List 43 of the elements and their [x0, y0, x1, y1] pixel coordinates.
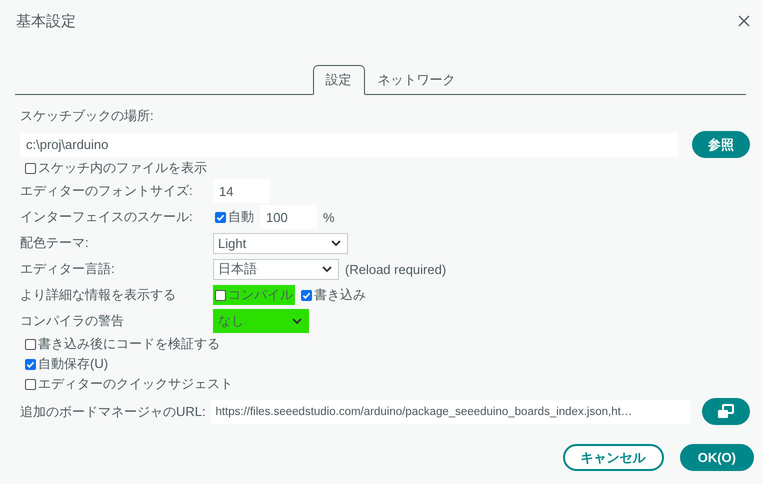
- field-label: 配色テーマ:: [20, 234, 90, 252]
- input-field[interactable]: c:\proj\arduino: [20, 132, 678, 156]
- input-field[interactable]: 14: [213, 179, 270, 203]
- language-dropdown[interactable]: 日本語: [213, 258, 339, 280]
- windows-icon: [717, 404, 736, 419]
- tab[interactable]: 設定: [312, 65, 364, 95]
- warnings-dropdown[interactable]: なし: [213, 309, 309, 333]
- checkbox[interactable]: [301, 290, 312, 300]
- checkbox-label: エディターのクイックサジェスト: [38, 375, 233, 393]
- checkbox[interactable]: [25, 378, 36, 390]
- field-label: インターフェイスのスケール:: [20, 208, 194, 226]
- ok-button[interactable]: OK(O): [680, 444, 754, 471]
- field-label: 追加のボードマネージャのURL:: [20, 402, 207, 420]
- checkbox-label: 自動保存(U): [38, 355, 108, 373]
- checkbox-label: スケッチ内のファイルを表示: [38, 159, 207, 177]
- checkbox[interactable]: [25, 162, 36, 174]
- input-field[interactable]: https://files.seeedstudio.com/arduino/package_seeeduino_boards_index.json,ht…: [211, 400, 690, 424]
- checkbox[interactable]: [25, 358, 36, 370]
- field-label: より詳細な情報を表示する: [20, 286, 177, 304]
- checkbox[interactable]: [215, 212, 226, 222]
- field-label: スケッチブックの場所:: [20, 107, 155, 125]
- close-button[interactable]: [736, 13, 752, 29]
- tab[interactable]: ネットワーク: [364, 65, 468, 95]
- theme-dropdown[interactable]: Light: [213, 232, 348, 254]
- checkbox-label: 自動: [228, 208, 254, 226]
- checkbox-label: コンパイル: [228, 286, 293, 304]
- input-field[interactable]: 100: [260, 205, 317, 229]
- checkbox-label: 書き込み: [314, 286, 366, 304]
- browse-button[interactable]: 参照: [692, 131, 750, 158]
- field-label: エディターのフォントサイズ:: [20, 182, 194, 200]
- field-label: エディター言語:: [20, 260, 116, 278]
- caret-icon: [331, 240, 341, 246]
- note-text: (Reload required): [345, 262, 446, 276]
- checkbox[interactable]: [215, 290, 226, 300]
- open-window-button[interactable]: [702, 398, 750, 425]
- unit-label: %: [323, 210, 335, 224]
- cancel-button[interactable]: キャンセル: [562, 444, 664, 471]
- caret-icon: [292, 318, 302, 324]
- checkbox-label: 書き込み後にコードを検証する: [38, 335, 220, 353]
- caret-icon: [322, 266, 332, 272]
- checkbox[interactable]: [25, 338, 36, 350]
- window-title: 基本設定: [16, 12, 76, 30]
- field-label: コンパイラの警告: [20, 312, 125, 330]
